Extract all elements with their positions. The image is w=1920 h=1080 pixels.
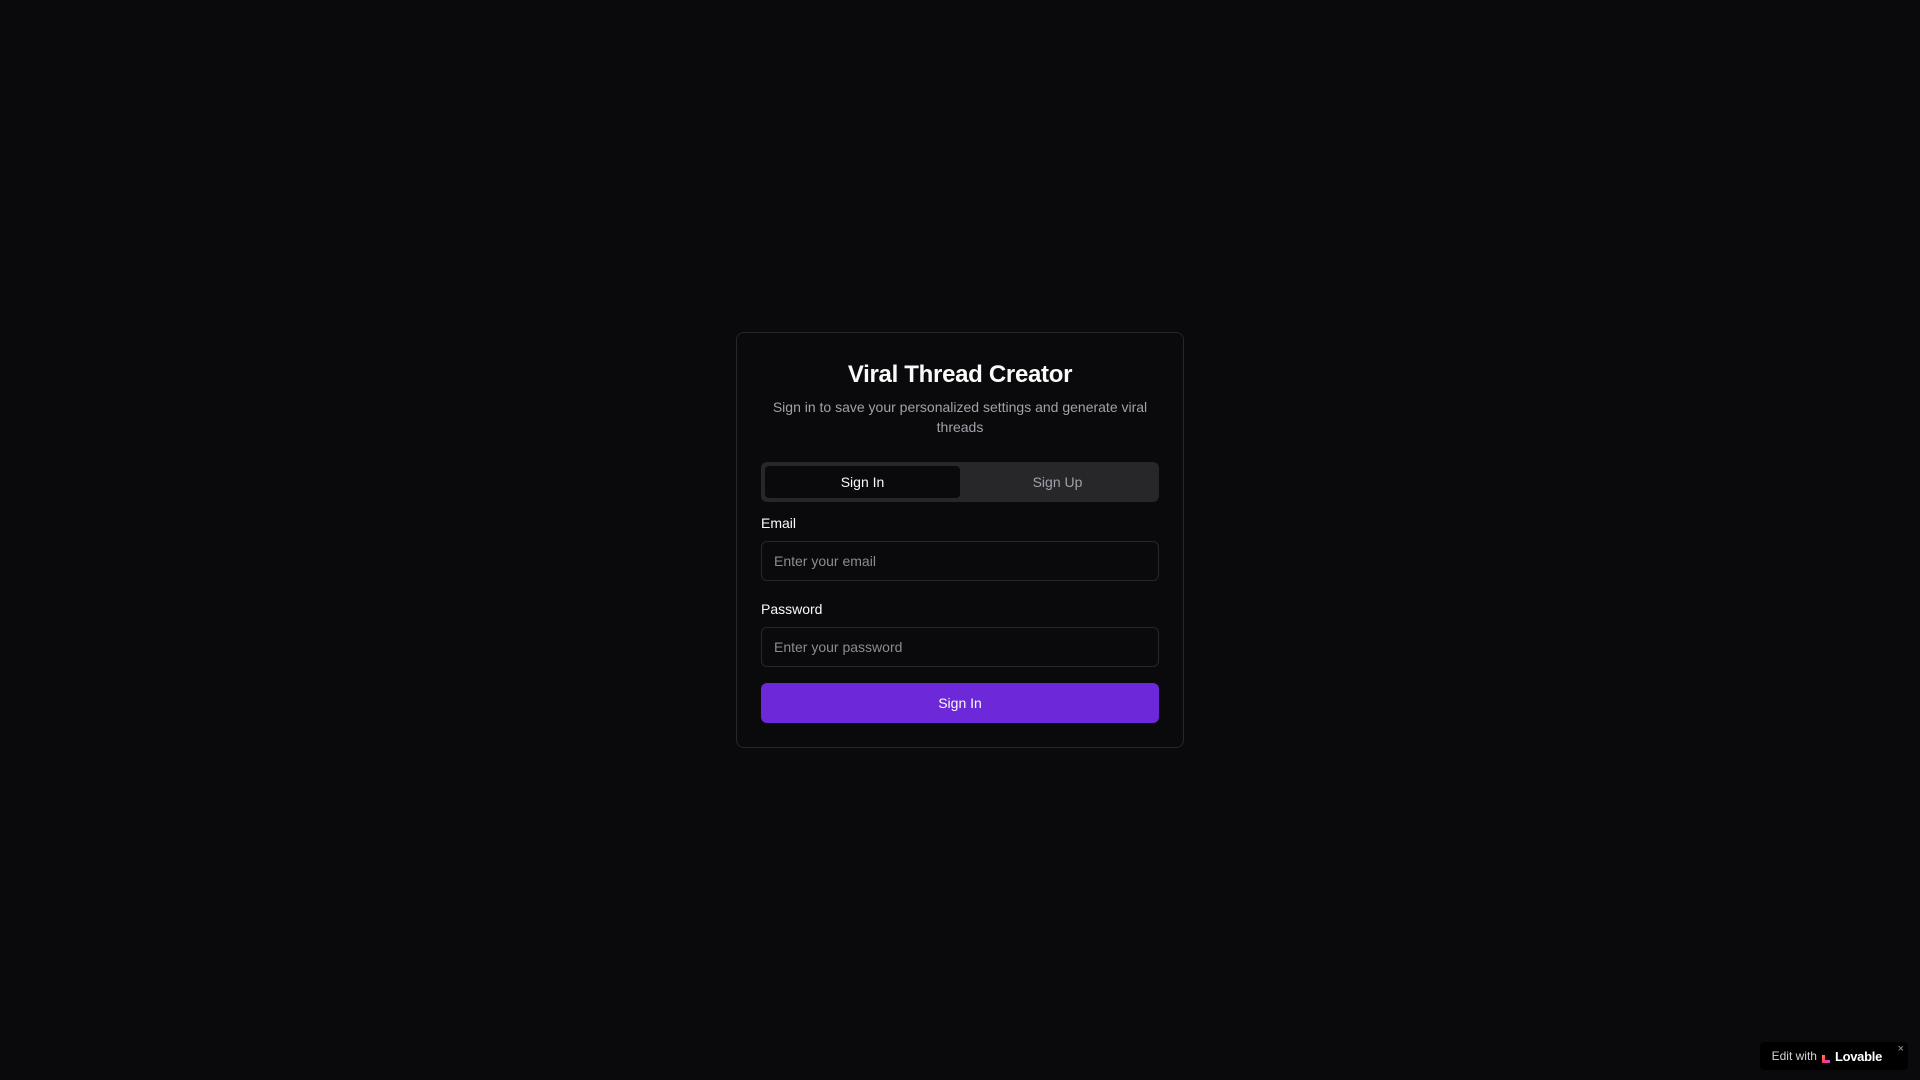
sign-in-button[interactable]: Sign In bbox=[761, 683, 1159, 723]
lovable-heart-icon bbox=[1821, 1051, 1831, 1063]
email-label: Email bbox=[761, 515, 797, 531]
auth-page: Viral Thread Creator Sign in to save you… bbox=[0, 0, 1920, 1080]
badge-prefix: Edit with bbox=[1771, 1049, 1817, 1063]
email-field[interactable] bbox=[761, 541, 1159, 581]
auth-card: Viral Thread Creator Sign in to save you… bbox=[736, 332, 1184, 748]
password-label: Password bbox=[761, 601, 823, 617]
tab-sign-up[interactable]: Sign Up bbox=[960, 466, 1155, 498]
page-title: Viral Thread Creator bbox=[847, 361, 1073, 388]
password-field[interactable] bbox=[761, 627, 1159, 667]
page-subtitle: Sign in to save your personalized settin… bbox=[772, 399, 1148, 435]
badge-brand: Lovable bbox=[1834, 1048, 1882, 1064]
lovable-badge[interactable]: Edit with Lovable × bbox=[1759, 1042, 1908, 1070]
close-icon[interactable]: × bbox=[1898, 1043, 1904, 1055]
auth-tabs: Sign In Sign Up bbox=[761, 462, 1159, 502]
tab-sign-in[interactable]: Sign In bbox=[765, 466, 960, 498]
